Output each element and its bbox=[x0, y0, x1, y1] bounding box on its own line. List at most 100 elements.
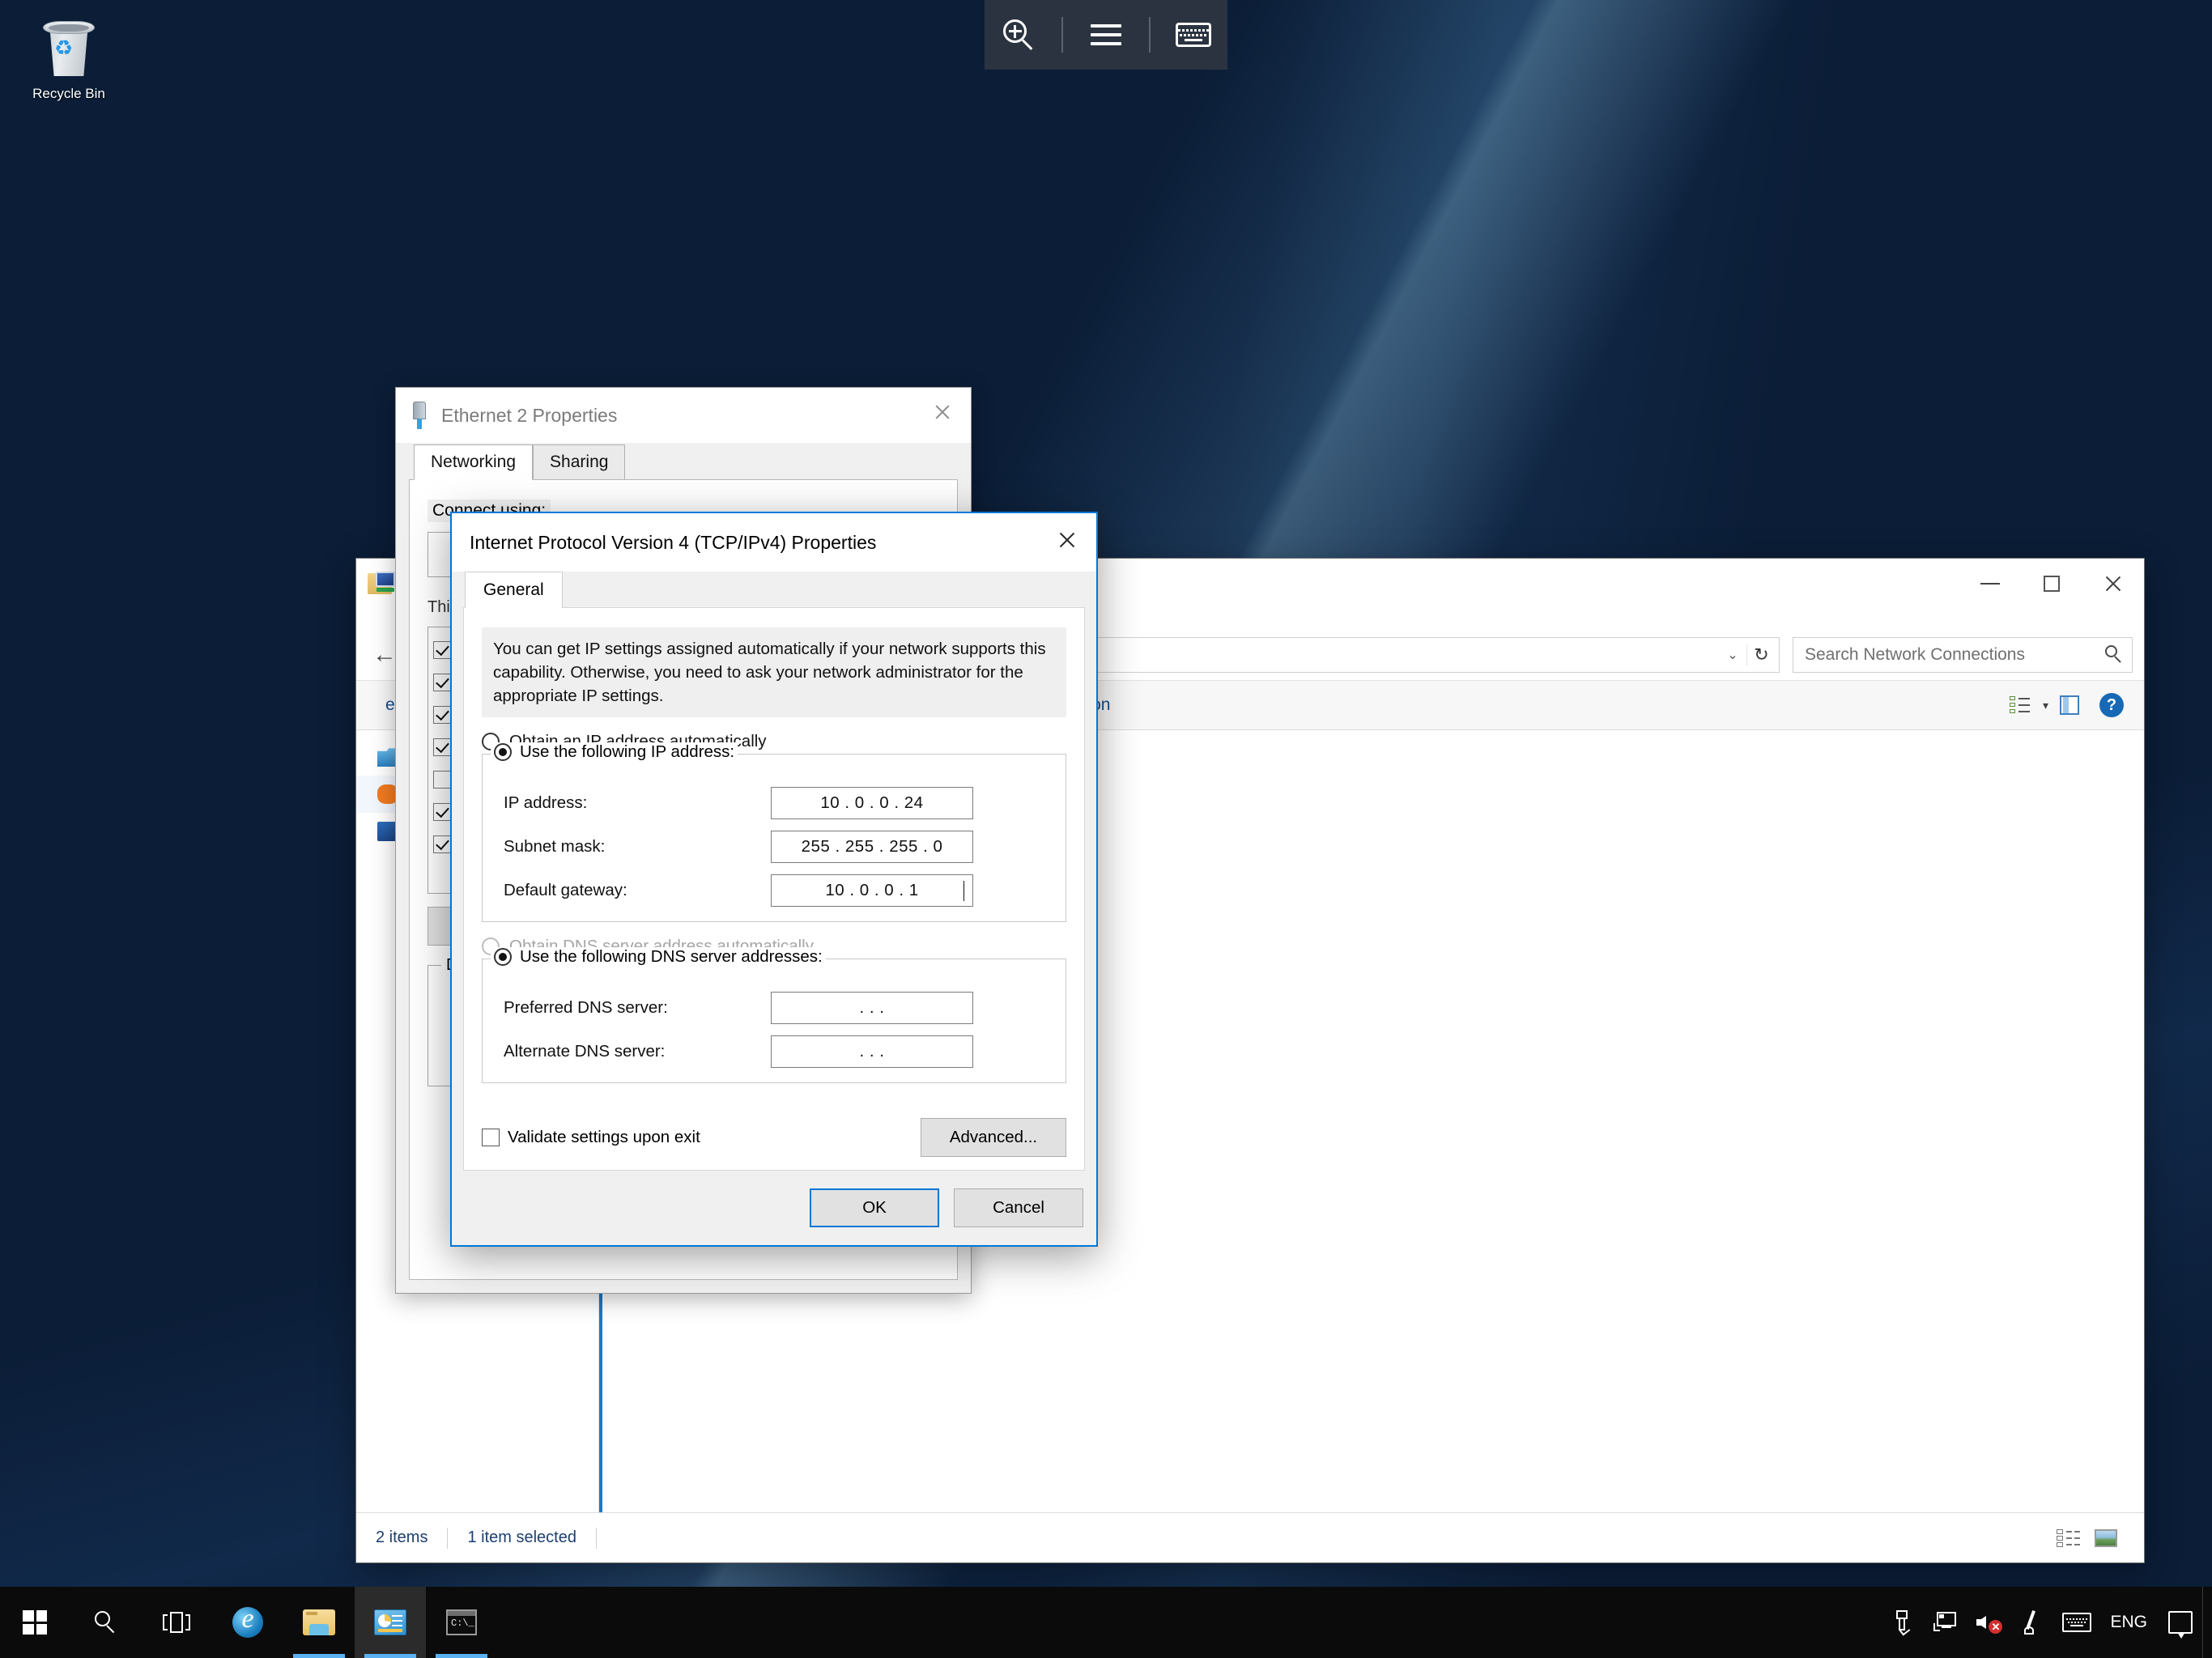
field-label: Alternate DNS server: bbox=[504, 1042, 666, 1061]
cancel-button[interactable]: Cancel bbox=[954, 1188, 1083, 1227]
alternate-dns-input[interactable]: . . . bbox=[771, 1035, 973, 1069]
field-label: Default gateway: bbox=[504, 881, 627, 900]
validate-settings-checkbox[interactable]: Validate settings upon exit bbox=[482, 1128, 700, 1147]
preferred-dns-input[interactable]: . . . bbox=[771, 992, 973, 1025]
refresh-icon[interactable]: ↻ bbox=[1746, 644, 1776, 665]
ipv4-dialog-tabs: General bbox=[452, 572, 1096, 608]
ipv4-properties-dialog[interactable]: Internet Protocol Version 4 (TCP/IPv4) P… bbox=[450, 512, 1098, 1247]
show-desktop-button[interactable] bbox=[2202, 1587, 2212, 1658]
ethernet-dialog-title-bar[interactable]: Ethernet 2 Properties bbox=[396, 388, 971, 443]
advanced-button[interactable]: Advanced... bbox=[921, 1118, 1066, 1157]
running-indicator bbox=[364, 1654, 416, 1658]
large-icons-view-icon[interactable] bbox=[2087, 1522, 2125, 1554]
search-icon bbox=[2104, 645, 2124, 665]
status-divider bbox=[447, 1527, 449, 1549]
field-ip-address: IP address: 10 . 0 . 0 . 24 bbox=[504, 787, 1053, 820]
toolbar-divider bbox=[1061, 17, 1064, 53]
selection-label: 1 item selected bbox=[467, 1528, 576, 1546]
chevron-down-icon[interactable]: ⌄ bbox=[1719, 647, 1746, 663]
maximize-button[interactable] bbox=[2021, 559, 2082, 609]
field-alternate-dns: Alternate DNS server: . . . bbox=[504, 1035, 1053, 1069]
checkbox[interactable] bbox=[433, 835, 451, 853]
tab-networking[interactable]: Networking bbox=[414, 444, 534, 480]
explorer-status-bar: 2 items 1 item selected bbox=[356, 1512, 2144, 1562]
search-placeholder: Search Network Connections bbox=[1805, 645, 2025, 664]
running-indicator bbox=[436, 1654, 487, 1658]
pen-workspace-icon[interactable] bbox=[2011, 1587, 2055, 1658]
ethernet-dialog-title: Ethernet 2 Properties bbox=[441, 404, 618, 426]
internet-explorer-icon bbox=[232, 1604, 263, 1638]
chevron-down-icon[interactable]: ▾ bbox=[2043, 699, 2048, 712]
field-subnet-mask: Subnet mask: 255 . 255 . 255 . 0 bbox=[504, 831, 1053, 864]
network-adapter-icon bbox=[409, 402, 430, 429]
usb-safely-remove-icon[interactable] bbox=[1880, 1587, 1924, 1658]
field-default-gateway: Default gateway: 10 . 0 . 0 . 1 bbox=[504, 874, 1053, 908]
checkbox[interactable] bbox=[433, 641, 451, 659]
language-indicator[interactable]: ENG bbox=[2099, 1613, 2159, 1632]
field-label: Preferred DNS server: bbox=[504, 998, 668, 1018]
network-connections-button[interactable] bbox=[355, 1587, 426, 1658]
minimize-button[interactable] bbox=[1959, 559, 2021, 609]
ip-address-input[interactable]: 10 . 0 . 0 . 24 bbox=[771, 787, 973, 820]
toolbar-divider bbox=[1148, 17, 1151, 53]
radio-use-following-ip[interactable]: Use the following IP address: bbox=[491, 742, 738, 763]
running-indicator bbox=[293, 1654, 345, 1658]
checkbox[interactable] bbox=[482, 1129, 500, 1146]
ipv4-dialog-title-bar[interactable]: Internet Protocol Version 4 (TCP/IPv4) P… bbox=[452, 513, 1096, 572]
preview-pane-icon[interactable] bbox=[2048, 687, 2091, 724]
status-divider bbox=[595, 1527, 597, 1549]
checkbox[interactable] bbox=[433, 674, 451, 691]
search-input[interactable]: Search Network Connections bbox=[1793, 637, 2133, 673]
ipv4-dialog-panel: You can get IP settings assigned automat… bbox=[463, 607, 1085, 1171]
internet-explorer-button[interactable] bbox=[212, 1587, 283, 1658]
on-screen-keyboard-icon[interactable] bbox=[1168, 12, 1219, 57]
desktop-icon-recycle-bin[interactable]: ♻ Recycle Bin bbox=[8, 6, 130, 102]
ethernet-dialog-tabs: Networking Sharing bbox=[396, 444, 971, 480]
radio-button[interactable] bbox=[494, 948, 512, 967]
search-button[interactable] bbox=[70, 1587, 141, 1658]
task-view-icon bbox=[163, 1612, 190, 1633]
dns-server-group: Use the following DNS server addresses: … bbox=[482, 947, 1066, 1084]
desktop-icon-label: Recycle Bin bbox=[32, 86, 105, 101]
checkbox-label: Validate settings upon exit bbox=[508, 1128, 700, 1146]
folder-icon bbox=[303, 1609, 335, 1635]
action-center-icon[interactable] bbox=[2159, 1587, 2202, 1658]
window-controls bbox=[1959, 559, 2144, 609]
field-label: IP address: bbox=[504, 793, 588, 813]
recycle-bin-icon: ♻ bbox=[36, 15, 101, 81]
checkbox[interactable] bbox=[433, 706, 451, 724]
file-explorer-button[interactable] bbox=[283, 1587, 355, 1658]
field-preferred-dns: Preferred DNS server: . . . bbox=[504, 992, 1053, 1025]
accessibility-toolbar bbox=[985, 0, 1227, 70]
start-button[interactable] bbox=[0, 1587, 70, 1658]
command-prompt-button[interactable]: C:\_ bbox=[426, 1587, 497, 1658]
close-icon[interactable] bbox=[914, 388, 971, 436]
details-view-icon[interactable] bbox=[2050, 1522, 2087, 1554]
ip-address-group: Use the following IP address: IP address… bbox=[482, 742, 1066, 923]
touch-keyboard-icon[interactable] bbox=[2055, 1587, 2099, 1658]
ipv4-dialog-title: Internet Protocol Version 4 (TCP/IPv4) P… bbox=[470, 531, 877, 553]
radio-label: Use the following IP address: bbox=[520, 742, 735, 762]
close-button[interactable] bbox=[2082, 559, 2144, 609]
close-icon[interactable] bbox=[1040, 515, 1095, 565]
ipv4-dialog-footer: OK Cancel bbox=[452, 1171, 1096, 1245]
radio-use-following-dns[interactable]: Use the following DNS server addresses: bbox=[491, 947, 826, 967]
tab-sharing[interactable]: Sharing bbox=[533, 444, 626, 480]
default-gateway-input[interactable]: 10 . 0 . 0 . 1 bbox=[771, 874, 973, 908]
help-icon[interactable]: ? bbox=[2091, 687, 2133, 724]
task-view-button[interactable] bbox=[141, 1587, 212, 1658]
checkbox[interactable] bbox=[433, 738, 451, 756]
field-label: Subnet mask: bbox=[504, 837, 606, 857]
network-icon[interactable] bbox=[1924, 1587, 1967, 1658]
radio-button[interactable] bbox=[494, 743, 512, 762]
subnet-mask-input[interactable]: 255 . 255 . 255 . 0 bbox=[771, 831, 973, 864]
taskbar: C:\_ ✕ ENG bbox=[0, 1587, 2212, 1658]
checkbox[interactable] bbox=[433, 803, 451, 821]
magnifier-icon[interactable] bbox=[993, 12, 1044, 57]
layout-options-icon[interactable] bbox=[1999, 687, 2041, 724]
menu-icon[interactable] bbox=[1080, 12, 1132, 57]
ok-button[interactable]: OK bbox=[810, 1188, 939, 1227]
volume-muted-icon[interactable]: ✕ bbox=[1967, 1587, 2011, 1658]
checkbox[interactable] bbox=[433, 771, 451, 789]
tab-general[interactable]: General bbox=[465, 572, 563, 608]
